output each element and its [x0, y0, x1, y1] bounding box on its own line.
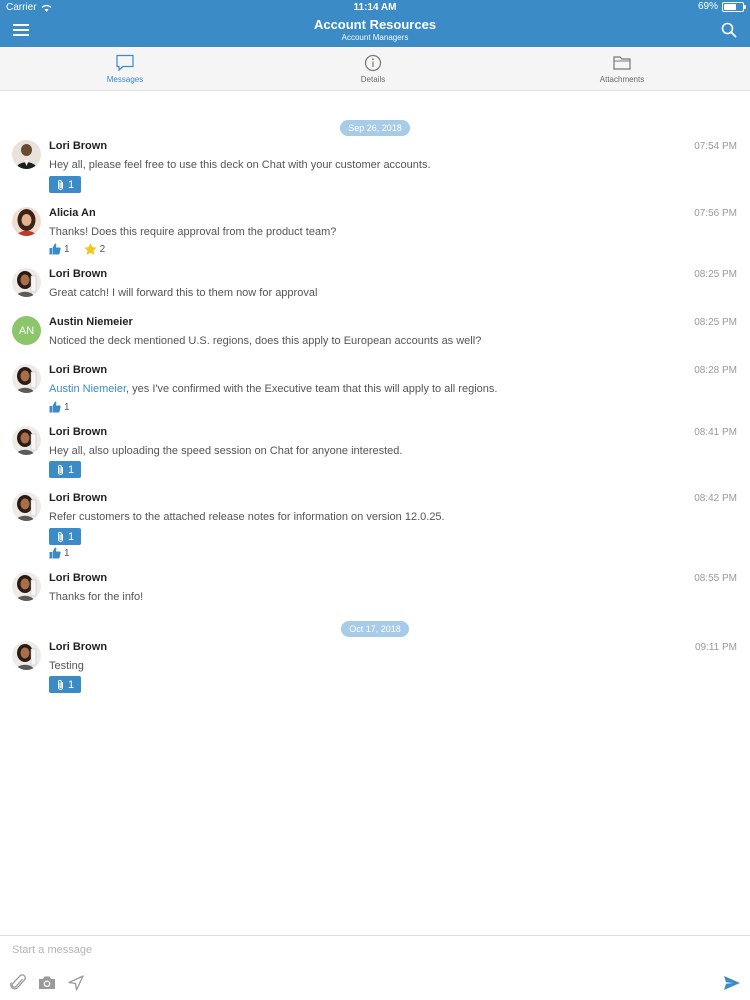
message-input[interactable]	[12, 944, 712, 956]
battery-icon	[722, 1, 746, 12]
thumbs-up-reaction[interactable]: 1	[49, 243, 70, 255]
message-text: Refer customers to the attached release …	[49, 511, 445, 523]
user-mention[interactable]: Austin Niemeier	[49, 383, 126, 395]
star-reaction[interactable]: 2	[83, 243, 106, 255]
battery-fill	[724, 3, 737, 10]
author-name[interactable]: Lori Brown	[49, 268, 107, 280]
folder-icon	[613, 56, 631, 70]
message-time: 08:25 PM	[694, 317, 737, 328]
paperclip-icon[interactable]	[9, 973, 29, 993]
camera-icon[interactable]	[37, 973, 57, 993]
message-text: Great catch! I will forward this to them…	[49, 287, 318, 299]
message-composer	[0, 935, 750, 1000]
thumbs-up-icon	[49, 401, 61, 413]
author-name[interactable]: Lori Brown	[49, 364, 107, 376]
message-time: 08:25 PM	[694, 269, 737, 280]
reaction-count: 1	[64, 547, 70, 559]
thumbs-up-icon	[49, 547, 61, 559]
page-subtitle: Account Managers	[341, 33, 409, 42]
message-body: , yes I've confirmed with the Executive …	[126, 383, 498, 395]
message-time: 09:11 PM	[694, 642, 737, 653]
date-label: Oct 17, 2018	[341, 621, 409, 637]
message-text: Hey all, also uploading the speed sessio…	[49, 445, 403, 457]
tab-details[interactable]: Details	[248, 47, 498, 91]
attachment-chip[interactable]: 1	[49, 528, 82, 545]
header-titles: Account Resources Account Managers	[0, 17, 750, 43]
reactions: 1	[49, 401, 80, 413]
page-title: Account Resources	[313, 17, 437, 32]
message-time: 07:56 PM	[694, 208, 737, 219]
date-label: Sep 26, 2018	[340, 120, 410, 136]
author-name[interactable]: Lori Brown	[49, 426, 107, 438]
date-separator: Sep 26, 2018	[0, 118, 750, 136]
message-text: Noticed the deck mentioned U.S. regions,…	[49, 335, 482, 347]
attachment-count: 1	[68, 530, 75, 543]
send-icon[interactable]	[722, 973, 742, 993]
attachment-chip[interactable]: 1	[49, 676, 82, 693]
reactions: 1	[49, 547, 80, 559]
author-name[interactable]: Austin Niemeier	[49, 316, 133, 328]
star-icon	[83, 243, 97, 255]
paperclip-icon	[58, 464, 63, 475]
attachment-count: 1	[68, 678, 75, 691]
search-icon[interactable]	[721, 22, 737, 38]
message-time: 08:41 PM	[694, 427, 737, 438]
message-time: 07:54 PM	[694, 141, 737, 152]
chat-bubble-icon	[116, 54, 134, 72]
battery-status: 69%	[697, 1, 746, 12]
avatar[interactable]	[12, 140, 41, 169]
avatar[interactable]	[12, 641, 41, 670]
message-text: Thanks! Does this require approval from …	[49, 226, 337, 238]
reactions: 1 2	[49, 243, 115, 255]
attachment-count: 1	[68, 463, 75, 476]
message-time: 08:28 PM	[694, 365, 737, 376]
tab-label: Details	[360, 75, 386, 84]
thumbs-up-icon	[49, 243, 61, 255]
message-time: 08:55 PM	[694, 573, 737, 584]
avatar[interactable]	[12, 268, 41, 297]
attachment-chip[interactable]: 1	[49, 176, 82, 193]
tab-messages[interactable]: Messages	[0, 47, 250, 91]
avatar[interactable]	[12, 364, 41, 393]
thumbs-up-reaction[interactable]: 1	[49, 401, 70, 413]
battery-percent: 69%	[697, 1, 718, 12]
tab-label: Messages	[106, 75, 144, 84]
message-text: Hey all, please feel free to use this de…	[49, 159, 431, 171]
author-name[interactable]: Lori Brown	[49, 140, 107, 152]
header-bar: Account Resources Account Managers	[0, 14, 750, 47]
attachment-count: 1	[68, 178, 75, 191]
tab-bar: Messages Details Attachments	[0, 47, 750, 91]
message-text: Thanks for the info!	[49, 591, 144, 603]
status-bar: Carrier 11:14 AM 69%	[0, 0, 750, 14]
author-name[interactable]: Alicia An	[49, 207, 96, 219]
info-icon	[364, 54, 382, 72]
avatar[interactable]	[12, 572, 41, 601]
date-separator: Oct 17, 2018	[0, 619, 750, 637]
avatar[interactable]: AN	[12, 316, 41, 345]
message-text: Austin Niemeier, yes I've confirmed with…	[49, 383, 497, 395]
attachment-chip[interactable]: 1	[49, 461, 82, 478]
tab-label: Attachments	[599, 75, 645, 84]
author-name[interactable]: Lori Brown	[49, 492, 107, 504]
message-text: Testing	[49, 660, 84, 672]
reaction-count: 1	[64, 243, 70, 255]
message-time: 08:42 PM	[694, 493, 737, 504]
avatar[interactable]	[12, 492, 41, 521]
avatar[interactable]	[12, 426, 41, 455]
thumbs-up-reaction[interactable]: 1	[49, 547, 70, 559]
author-name[interactable]: Lori Brown	[49, 572, 107, 584]
reaction-count: 2	[99, 243, 106, 255]
tab-attachments[interactable]: Attachments	[497, 47, 747, 91]
location-icon[interactable]	[66, 973, 86, 993]
author-name[interactable]: Lori Brown	[49, 641, 107, 653]
reaction-count: 1	[64, 401, 70, 413]
avatar[interactable]	[12, 207, 41, 236]
clock: 11:14 AM	[353, 2, 397, 13]
paperclip-icon	[58, 179, 63, 190]
paperclip-icon	[58, 531, 63, 542]
paperclip-icon	[58, 679, 63, 690]
